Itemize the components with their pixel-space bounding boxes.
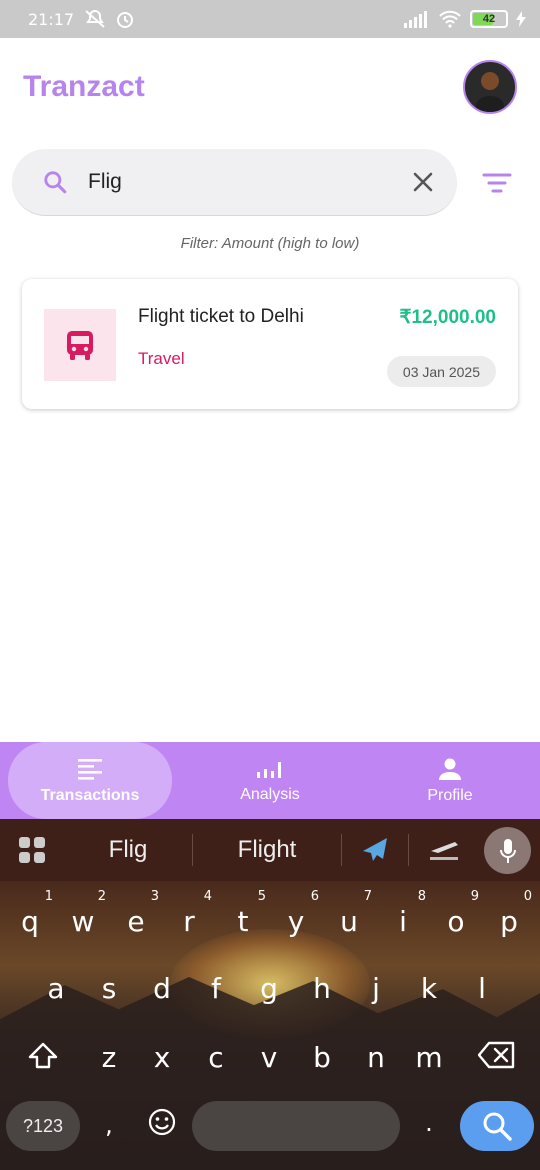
key-b[interactable]: b: [295, 1041, 349, 1074]
key-p[interactable]: 0p: [482, 889, 536, 938]
suggestion-item[interactable]: Flig: [64, 836, 192, 864]
key-e[interactable]: 3e: [109, 889, 163, 938]
search-icon: [44, 171, 67, 194]
key-label: y: [287, 905, 305, 938]
filter-label: Filter: Amount (high to low): [180, 235, 360, 252]
search-input[interactable]: Flig: [88, 170, 411, 194]
key-label: t: [237, 905, 249, 938]
key-j[interactable]: j: [349, 972, 403, 1005]
key-label: o: [447, 905, 465, 938]
bar-chart-icon: [257, 761, 281, 778]
key-n[interactable]: n: [349, 1041, 403, 1074]
nav-analysis[interactable]: Analysis: [180, 742, 360, 819]
transaction-amount: ₹12,000.00: [399, 307, 496, 328]
wifi-icon: [439, 10, 461, 28]
person-icon: [439, 758, 461, 780]
comma-key[interactable]: ,: [82, 1111, 136, 1139]
charging-icon: [516, 11, 526, 27]
nav-label: Profile: [427, 786, 473, 804]
key-k[interactable]: k: [402, 972, 456, 1005]
transaction-date: 03 Jan 2025: [386, 356, 496, 387]
mic-icon[interactable]: [484, 827, 531, 874]
key-number-hint: 5: [257, 889, 266, 904]
mute-icon: [85, 10, 105, 28]
list-icon: [78, 758, 102, 780]
filter-icon[interactable]: [481, 168, 513, 198]
battery-icon: 42: [470, 10, 508, 28]
key-number-hint: 7: [363, 889, 372, 904]
key-label: w: [71, 905, 95, 938]
key-f[interactable]: f: [189, 972, 243, 1005]
key-number-hint: 8: [417, 889, 426, 904]
key-number-hint: 6: [310, 889, 319, 904]
backspace-icon[interactable]: [470, 1041, 524, 1076]
category-icon-box: [44, 309, 116, 381]
key-label: p: [500, 905, 518, 938]
key-s[interactable]: s: [82, 972, 136, 1005]
bottom-nav: Transactions Analysis Profile: [0, 742, 540, 819]
status-bar: 21:17 42: [0, 0, 540, 38]
key-u[interactable]: 7u: [322, 889, 376, 938]
key-w[interactable]: 2w: [56, 889, 110, 938]
key-l[interactable]: l: [455, 972, 509, 1005]
key-number-hint: 9: [470, 889, 479, 904]
key-o[interactable]: 9o: [429, 889, 483, 938]
key-label: u: [340, 905, 358, 938]
key-m[interactable]: m: [402, 1041, 456, 1074]
key-x[interactable]: x: [135, 1041, 189, 1074]
status-time: 21:17: [28, 9, 75, 29]
key-label: r: [183, 905, 195, 938]
symbols-key[interactable]: ?123: [6, 1101, 80, 1151]
key-number-hint: 3: [150, 889, 159, 904]
key-label: e: [127, 905, 145, 938]
app-title: Tranzact: [23, 70, 145, 103]
shift-icon[interactable]: [16, 1041, 70, 1078]
transaction-title: Flight ticket to Delhi: [138, 306, 304, 327]
key-g[interactable]: g: [242, 972, 296, 1005]
key-z[interactable]: z: [82, 1041, 136, 1074]
key-label: i: [399, 905, 407, 938]
key-number-hint: 1: [44, 889, 53, 904]
suggestion-bar: Flig Flight: [0, 819, 540, 881]
key-c[interactable]: c: [189, 1041, 243, 1074]
key-h[interactable]: h: [295, 972, 349, 1005]
transaction-category: Travel: [138, 349, 185, 368]
signal-icon: [404, 11, 427, 28]
key-number-hint: 4: [203, 889, 212, 904]
bus-icon: [67, 331, 93, 360]
search-bar[interactable]: Flig: [12, 149, 457, 216]
nav-label: Analysis: [240, 785, 300, 803]
search-icon: [483, 1112, 512, 1141]
nav-transactions[interactable]: Transactions: [0, 742, 180, 819]
key-label: q: [21, 905, 39, 938]
search-action-key[interactable]: [460, 1101, 534, 1151]
nav-label: Transactions: [40, 786, 140, 804]
key-number-hint: 0: [523, 889, 532, 904]
battery-level: 42: [482, 13, 496, 25]
key-a[interactable]: a: [29, 972, 83, 1005]
key-r[interactable]: 4r: [162, 889, 216, 938]
key-v[interactable]: v: [242, 1041, 296, 1074]
key-q[interactable]: 1q: [3, 889, 57, 938]
apps-grid-icon[interactable]: [0, 836, 64, 864]
key-d[interactable]: d: [135, 972, 189, 1005]
key-y[interactable]: 6y: [269, 889, 323, 938]
profile-avatar[interactable]: [463, 60, 517, 114]
key-t[interactable]: 5t: [216, 889, 270, 938]
departure-emoji-icon[interactable]: [409, 837, 479, 863]
nav-profile[interactable]: Profile: [360, 742, 540, 819]
clear-icon[interactable]: [411, 170, 435, 194]
period-key[interactable]: .: [402, 1109, 456, 1137]
key-i[interactable]: 8i: [376, 889, 430, 938]
space-bar[interactable]: [192, 1101, 400, 1151]
emoji-icon[interactable]: [135, 1107, 189, 1144]
key-number-hint: 2: [97, 889, 106, 904]
airplane-emoji-icon[interactable]: [342, 837, 408, 863]
alarm-icon: [117, 12, 134, 28]
on-screen-keyboard: Flig Flight 1q 2w 3e 4r 5t 6y 7u 8i 9o 0…: [0, 819, 540, 1170]
suggestion-item[interactable]: Flight: [193, 836, 341, 864]
transaction-card[interactable]: Flight ticket to Delhi Travel ₹12,000.00…: [22, 279, 518, 409]
